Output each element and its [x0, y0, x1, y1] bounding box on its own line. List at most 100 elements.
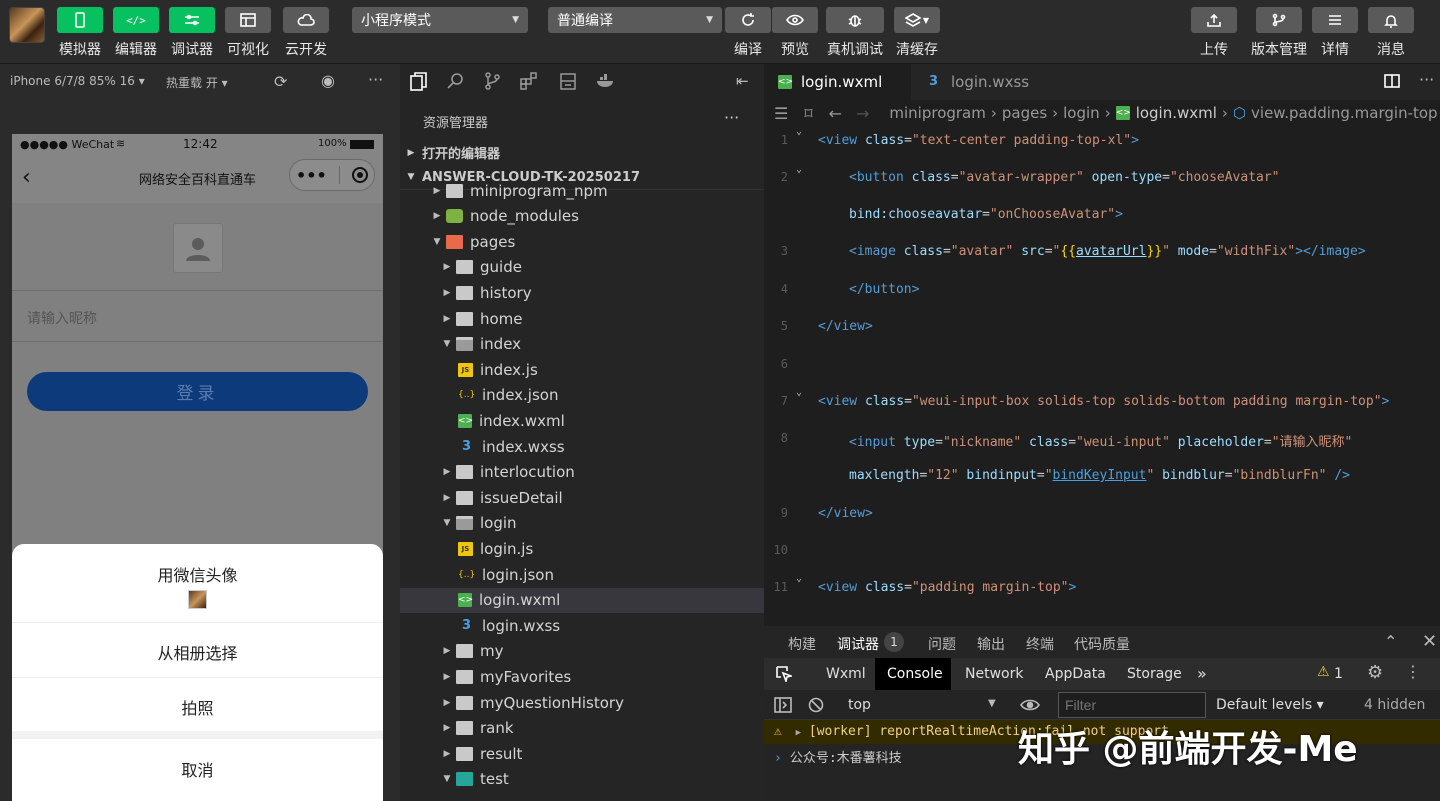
tab-login-wxml[interactable]: <> login.wxml [764, 64, 911, 100]
log-levels-select[interactable]: Default levels ▾ [1216, 697, 1324, 713]
avatar-picker[interactable] [173, 223, 223, 273]
tree-file[interactable]: <> login.wxml [400, 587, 764, 613]
tree-folder[interactable]: ▶ node_modules [400, 204, 764, 229]
breadcrumb-item[interactable]: miniprogram [889, 104, 985, 122]
user-avatar[interactable] [9, 7, 45, 43]
chevron-up-icon[interactable]: ⌃ [1384, 632, 1397, 651]
context-select[interactable]: top [848, 697, 871, 713]
capsule-close-icon[interactable] [351, 167, 368, 183]
compile-button[interactable]: 编译 [725, 7, 771, 59]
editor-more-icon[interactable]: ··· [1419, 70, 1434, 89]
fold-icon[interactable]: ⌄ [796, 126, 802, 137]
stop-icon[interactable]: ◉ [321, 71, 335, 90]
tab-console[interactable]: Console [875, 658, 951, 690]
breadcrumb-item[interactable]: view.padding.margin-top [1251, 104, 1438, 122]
split-editor-icon[interactable] [1384, 74, 1400, 88]
fold-icon[interactable]: ⌄ [796, 573, 802, 584]
forward-icon[interactable]: → [856, 104, 869, 123]
login-button[interactable]: 登录 [27, 372, 368, 411]
mode-select[interactable]: 小程序模式 ▼ [352, 7, 528, 33]
simulator-button[interactable]: 模拟器 [55, 7, 105, 59]
close-icon[interactable]: ✕ [1422, 631, 1437, 652]
tree-folder[interactable]: ▶ rank [400, 716, 764, 741]
more-icon[interactable]: ··· [368, 70, 383, 89]
collapse-panel-icon[interactable]: ⇤ [736, 72, 749, 90]
code-editor[interactable]: 1 <view class="text-center padding-top-xl… [764, 126, 1440, 626]
use-wechat-avatar-option[interactable]: 用微信头像 [12, 562, 383, 609]
upload-button[interactable]: 上传 [1191, 7, 1237, 59]
tree-folder[interactable]: ▶ myQuestionHistory [400, 690, 764, 715]
tree-folder[interactable]: ▶ myFavorites [400, 664, 764, 689]
tree-file[interactable]: JS login.js [400, 536, 764, 561]
files-icon[interactable] [410, 72, 428, 92]
sidebar-toggle-icon[interactable] [774, 697, 792, 713]
capsule-more-icon[interactable]: ••• [296, 166, 327, 185]
real-device-debug-button[interactable]: 真机调试 [826, 7, 884, 59]
breadcrumb-item[interactable]: login.wxml [1136, 104, 1217, 122]
breadcrumb-item[interactable]: pages [1002, 104, 1047, 122]
fold-icon[interactable]: ⌄ [796, 164, 802, 175]
tab-build[interactable]: 构建 [788, 634, 816, 654]
cloud-button[interactable]: 云开发 [281, 7, 331, 59]
tree-file[interactable]: <> index.wxml [400, 408, 764, 433]
details-button[interactable]: 详情 [1312, 7, 1358, 59]
more-tabs-icon[interactable]: » [1185, 658, 1219, 690]
eye-icon[interactable] [1020, 699, 1040, 711]
tree-file[interactable]: 3 index.wxss [400, 434, 764, 459]
warning-count[interactable]: 1 [1334, 666, 1343, 682]
clear-cache-button[interactable]: ▼ 清缓存 [894, 7, 940, 59]
version-management-button[interactable]: 版本管理 [1251, 7, 1307, 59]
console-filter-input[interactable] [1058, 692, 1206, 718]
tree-folder[interactable]: ▶ result [400, 741, 764, 766]
breadcrumb-item[interactable]: login [1063, 104, 1100, 122]
tab-storage[interactable]: Storage [1115, 658, 1194, 690]
tree-folder[interactable]: ▶ issueDetail [400, 485, 764, 510]
inspect-icon[interactable] [776, 666, 792, 682]
tree-file[interactable]: 3 login.wxss [400, 613, 764, 638]
tree-folder[interactable]: ▼ test [400, 767, 764, 792]
fold-icon[interactable]: ⌄ [796, 387, 802, 398]
take-photo-option[interactable]: 拍照 [12, 695, 383, 719]
tree-folder[interactable]: ▶ guide [400, 255, 764, 280]
tree-folder[interactable]: ▶ interlocution [400, 460, 764, 485]
choose-from-album-option[interactable]: 从相册选择 [12, 640, 383, 664]
docker-icon[interactable] [596, 74, 616, 88]
kebab-icon[interactable]: ⋮ [1405, 662, 1421, 681]
tree-folder[interactable]: ▼ index [400, 332, 764, 357]
device-select[interactable]: iPhone 6/7/8 85% 16 ▾ [10, 74, 145, 88]
cancel-option[interactable]: 取消 [12, 757, 383, 781]
compile-mode-select[interactable]: 普通编译 ▼ [548, 7, 722, 33]
tree-folder[interactable]: ▶ miniprogram_npm [400, 178, 764, 203]
expand-icon[interactable]: ▶ [796, 728, 801, 738]
messages-button[interactable]: 消息 [1368, 7, 1414, 59]
visual-button[interactable]: 可视化 [223, 7, 273, 59]
hot-reload-toggle[interactable]: 热重载 开 ▾ [166, 74, 228, 91]
bookmark-icon[interactable]: ⌑ [804, 104, 812, 123]
tab-network[interactable]: Network [953, 658, 1035, 690]
tree-file[interactable]: {..} index.json [400, 383, 764, 408]
clear-console-icon[interactable] [808, 697, 824, 713]
tab-output[interactable]: 输出 [977, 634, 1005, 654]
explorer-more-icon[interactable]: ··· [724, 108, 739, 127]
rotate-icon[interactable]: ⟳ [274, 72, 287, 91]
back-icon[interactable]: ← [829, 104, 842, 123]
tree-folder[interactable]: ▶ home [400, 306, 764, 331]
debugger-button[interactable]: 调试器 [167, 7, 217, 59]
tree-folder[interactable]: ▶ my [400, 639, 764, 664]
source-control-icon[interactable] [484, 72, 500, 90]
nickname-input[interactable]: 请输入昵称 [12, 290, 383, 342]
editor-button[interactable]: </> 编辑器 [111, 7, 161, 59]
tab-debugger[interactable]: 调试器 [837, 634, 879, 660]
tab-code-quality[interactable]: 代码质量 [1074, 634, 1130, 654]
preview-button[interactable]: 预览 [772, 7, 818, 59]
search-icon[interactable] [447, 72, 465, 90]
tree-file[interactable]: {..} login.json [400, 562, 764, 587]
tree-folder[interactable]: ▶ history [400, 280, 764, 305]
tab-problems[interactable]: 问题 [928, 634, 956, 654]
open-editors-section[interactable]: ▶ 打开的编辑器 [400, 140, 764, 165]
storage-icon[interactable] [560, 73, 576, 90]
gear-icon[interactable]: ⚙ [1367, 662, 1383, 683]
tree-folder[interactable]: ▼ pages [400, 229, 764, 254]
tab-login-wxss[interactable]: 3 login.wxss [911, 64, 1041, 100]
list-icon[interactable]: ☰ [774, 104, 788, 123]
